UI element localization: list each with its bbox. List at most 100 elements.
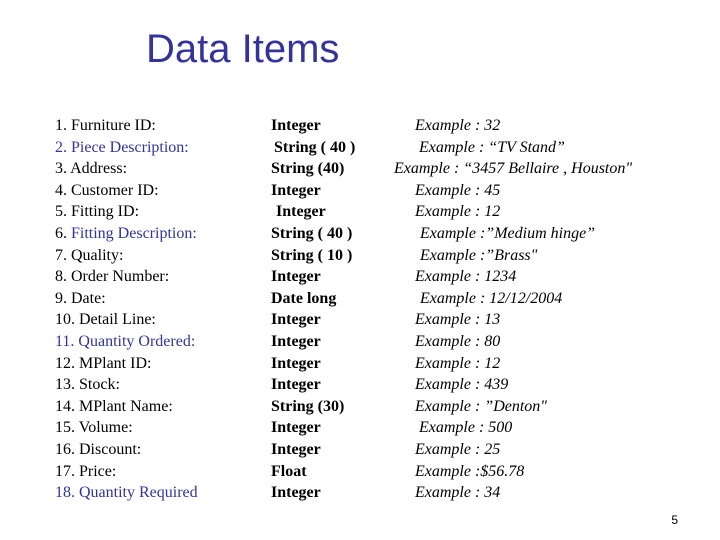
item-type: Integer (271, 311, 321, 329)
data-item-row: 8. Order Number: Integer Example : 1234 (0, 266, 720, 288)
item-type: Integer (271, 484, 321, 502)
item-type: String ( 40 ) (271, 224, 353, 242)
data-item-row: 15. Volume: Integer Example : 500 (0, 417, 720, 439)
item-example: Example : 500 (419, 419, 513, 437)
item-name: 15. Volume: (55, 417, 133, 439)
item-number: 18. (55, 484, 75, 502)
item-label: Discount: (79, 440, 142, 458)
item-number: 5. (55, 203, 67, 221)
item-example: Example : 12/12/2004 (420, 289, 563, 307)
item-name: 17. Price: (55, 461, 116, 483)
item-label: Address: (70, 160, 128, 178)
item-example: Example :”Medium hinge” (420, 224, 596, 242)
item-label: Quantity Required (79, 484, 198, 502)
item-label: Price: (79, 462, 117, 480)
item-type: String ( 10 ) (271, 246, 353, 264)
item-example: Example : “TV Stand” (419, 138, 565, 156)
data-item-row: 14. MPlant Name: String (30) Example : ”De… (0, 396, 720, 418)
item-type: Integer (271, 268, 321, 286)
data-item-row: 12. MPlant ID: Integer Example : 12 (0, 353, 720, 375)
item-number: 13. (55, 376, 75, 394)
data-item-row: 9. Date: Date long Example : 12/12/2004 (0, 288, 720, 310)
item-type: Integer (271, 376, 321, 394)
item-example: Example : “3457 Bellaire , Houston" (394, 160, 633, 178)
item-type: Date long (271, 289, 337, 307)
item-label: Furniture ID: (71, 117, 156, 134)
item-example: Example :$56.78 (415, 462, 525, 480)
item-label: Quantity Ordered: (78, 332, 196, 350)
item-example: Example : 25 (415, 440, 501, 458)
item-number: 16. (55, 440, 75, 458)
data-item-row: 6. Fitting Description: String ( 40 ) Exam… (0, 223, 720, 245)
item-name: 6. Fitting Description: (55, 223, 197, 245)
item-name: 1. Furniture ID: (55, 115, 156, 137)
item-label: Fitting Description: (71, 224, 197, 242)
item-type: String (30) (271, 397, 345, 415)
item-label: MPlant Name: (79, 397, 173, 415)
item-number: 2. (55, 138, 67, 156)
item-number: 10. (55, 311, 75, 329)
item-label: Quality: (71, 246, 124, 264)
item-number: 11. (55, 332, 75, 350)
page-number: 5 (671, 513, 678, 527)
data-item-row: 2. Piece Description: String ( 40 ) Exampl… (0, 137, 720, 159)
item-number: 1. (55, 117, 67, 134)
data-item-row: 3. Address: String (40) Example : “3457 Be… (0, 158, 720, 180)
item-name: 9. Date: (55, 288, 106, 310)
item-label: Order Number: (71, 268, 170, 286)
item-example: Example : ”Denton" (415, 397, 548, 415)
item-number: 8. (55, 268, 67, 286)
item-name: 13. Stock: (55, 374, 120, 396)
item-name: 14. MPlant Name: (55, 396, 173, 418)
item-label: Fitting ID: (71, 203, 140, 221)
item-label: Detail Line: (79, 311, 156, 329)
item-label: Date: (71, 289, 106, 307)
data-item-row: 17. Price: Float Example :$56.78 (0, 461, 720, 483)
item-name: 3. Address: (55, 158, 127, 180)
item-number: 6. (55, 224, 67, 242)
item-example: Example : 1234 (415, 268, 517, 286)
item-example: Example : 45 (415, 181, 501, 199)
item-type: String (40) (271, 160, 345, 178)
item-type: Float (271, 462, 307, 480)
data-item-row: 10. Detail Line: Integer Example : 13 (0, 309, 720, 331)
data-item-row: 4. Customer ID: Integer Example : 45 (0, 180, 720, 202)
data-item-row: 16. Discount: Integer Example : 25 (0, 439, 720, 461)
item-name: 5. Fitting ID: (55, 201, 139, 223)
item-label: Stock: (79, 376, 120, 394)
item-example: Example : 13 (415, 311, 501, 329)
item-type: Integer (271, 181, 321, 199)
item-number: 15. (55, 419, 75, 437)
item-label: MPlant ID: (79, 354, 152, 372)
item-type: Integer (276, 203, 326, 221)
data-item-row: 1. Furniture ID: Integer Example : 32 (0, 115, 720, 137)
item-name: 16. Discount: (55, 439, 141, 461)
item-number: 12. (55, 354, 75, 372)
item-name: 12. MPlant ID: (55, 353, 151, 375)
item-name: 18. Quantity Required (55, 482, 198, 504)
item-type: Integer (271, 440, 321, 458)
data-item-row: 11. Quantity Ordered: Integer Example : 80 (0, 331, 720, 353)
data-item-row: 5. Fitting ID: Integer Example : 12 (0, 201, 720, 223)
item-example: Example : 439 (415, 376, 509, 394)
item-number: 3. (55, 160, 67, 178)
item-example: Example : 34 (415, 484, 501, 502)
data-item-row: 7. Quality: String ( 10 ) Example :”Brass" (0, 245, 720, 267)
data-item-row: 18. Quantity Required Integer Example : 34 (0, 482, 720, 504)
item-number: 17. (55, 462, 75, 480)
slide: Data Items 1. Furniture ID: Integer Exampl… (0, 0, 720, 540)
item-name: 7. Quality: (55, 245, 123, 267)
slide-title: Data Items (146, 27, 340, 71)
item-name: 4. Customer ID: (55, 180, 159, 202)
item-number: 9. (55, 289, 67, 307)
item-example: Example :”Brass" (420, 246, 538, 264)
item-label: Piece Description: (71, 138, 189, 156)
item-name: 11. Quantity Ordered: (55, 331, 195, 353)
item-number: 7. (55, 246, 67, 264)
item-example: Example : 12 (415, 203, 501, 221)
item-type: Integer (271, 332, 321, 350)
item-example: Example : 32 (415, 117, 501, 134)
item-name: 2. Piece Description: (55, 137, 189, 159)
data-items-list: 1. Furniture ID: Integer Example : 32 2. Pi… (0, 115, 720, 504)
item-type: String ( 40 ) (274, 138, 356, 156)
